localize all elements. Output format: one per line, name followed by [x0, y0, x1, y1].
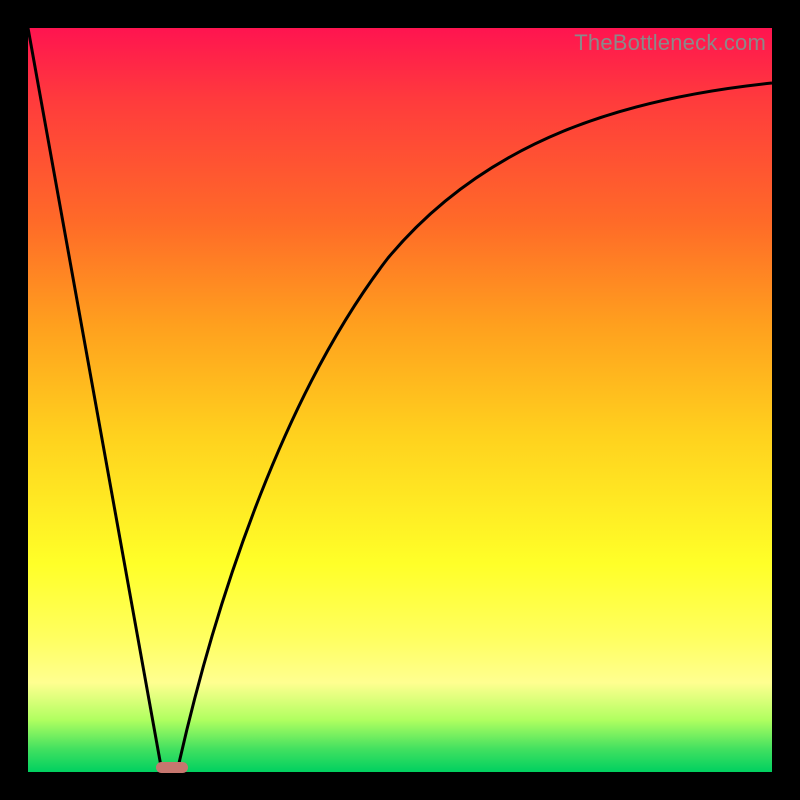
plot-area: TheBottleneck.com: [28, 28, 772, 772]
watermark-text: TheBottleneck.com: [574, 30, 766, 56]
curve-right: [177, 83, 772, 772]
bottleneck-curve: [28, 28, 772, 772]
curve-left: [28, 28, 162, 772]
min-marker: [156, 762, 188, 773]
chart-frame: TheBottleneck.com: [0, 0, 800, 800]
